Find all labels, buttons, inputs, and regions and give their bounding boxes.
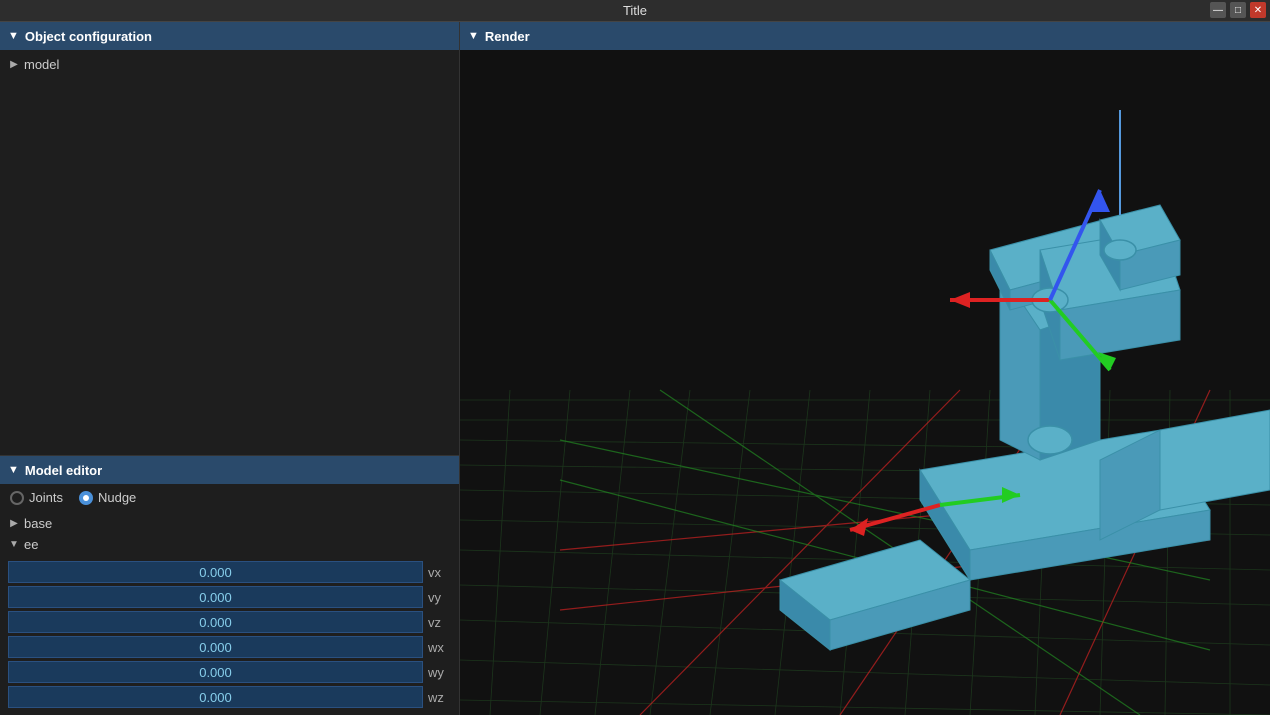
radio-row: Joints Nudge — [0, 484, 459, 511]
close-button[interactable]: ✕ — [1250, 2, 1266, 18]
field-label-wy: wy — [423, 665, 451, 680]
field-row-wy: wy — [8, 661, 451, 683]
field-row-wx: wx — [8, 636, 451, 658]
tree-label-base: base — [24, 516, 52, 531]
tree-item-model[interactable]: ▶ model — [0, 54, 459, 75]
object-config-header: ▼ Object configuration — [0, 22, 459, 50]
field-label-vy: vy — [423, 590, 451, 605]
model-editor-icon: ▼ — [8, 464, 19, 476]
radio-joints[interactable]: Joints — [10, 490, 63, 505]
tree-item-ee[interactable]: ▼ ee — [0, 534, 459, 555]
tree-label-ee: ee — [24, 537, 38, 552]
field-input-vz[interactable] — [8, 611, 423, 633]
field-row-vx: vx — [8, 561, 451, 583]
field-input-wy[interactable] — [8, 661, 423, 683]
object-config-title: Object configuration — [25, 29, 152, 44]
maximize-button[interactable]: □ — [1230, 2, 1246, 18]
field-input-vy[interactable] — [8, 586, 423, 608]
right-panel: ▼ Render — [460, 22, 1270, 715]
minimize-button[interactable]: — — [1210, 2, 1226, 18]
field-input-wz[interactable] — [8, 686, 423, 708]
render-icon: ▼ — [468, 30, 479, 42]
radio-nudge[interactable]: Nudge — [79, 490, 136, 505]
tree-item-base[interactable]: ▶ base — [0, 513, 459, 534]
radio-label-joints: Joints — [29, 490, 63, 505]
tree-arrow-base: ▶ — [8, 518, 20, 530]
title-bar: Title — □ ✕ — [0, 0, 1270, 22]
radio-dot-nudge — [83, 495, 89, 501]
tree-arrow-model: ▶ — [8, 59, 20, 71]
model-editor-header: ▼ Model editor — [0, 456, 459, 484]
model-editor-section: ▼ Model editor Joints Nudge — [0, 455, 459, 715]
tree-arrow-ee: ▼ — [8, 539, 20, 551]
field-input-vx[interactable] — [8, 561, 423, 583]
fields-section: vx vy vz wx wy — [0, 557, 459, 715]
object-config-icon: ▼ — [8, 30, 19, 42]
field-row-wz: wz — [8, 686, 451, 708]
window-controls: — □ ✕ — [1210, 2, 1266, 18]
main-layout: ▼ Object configuration ▶ model ▼ Model e… — [0, 22, 1270, 715]
window-title: Title — [623, 3, 647, 18]
field-row-vz: vz — [8, 611, 451, 633]
model-editor-tree: ▶ base ▼ ee — [0, 511, 459, 557]
render-viewport[interactable] — [460, 50, 1270, 715]
radio-circle-nudge — [79, 491, 93, 505]
viewport-svg — [460, 50, 1270, 715]
render-title: Render — [485, 29, 530, 44]
render-header: ▼ Render — [460, 22, 1270, 50]
radio-circle-joints — [10, 491, 24, 505]
field-row-vy: vy — [8, 586, 451, 608]
model-editor-title: Model editor — [25, 463, 102, 478]
radio-label-nudge: Nudge — [98, 490, 136, 505]
field-label-vx: vx — [423, 565, 451, 580]
field-label-vz: vz — [423, 615, 451, 630]
field-label-wz: wz — [423, 690, 451, 705]
left-panel: ▼ Object configuration ▶ model ▼ Model e… — [0, 22, 460, 715]
object-config-section: ▶ model — [0, 50, 459, 455]
field-input-wx[interactable] — [8, 636, 423, 658]
field-label-wx: wx — [423, 640, 451, 655]
tree-label-model: model — [24, 57, 59, 72]
